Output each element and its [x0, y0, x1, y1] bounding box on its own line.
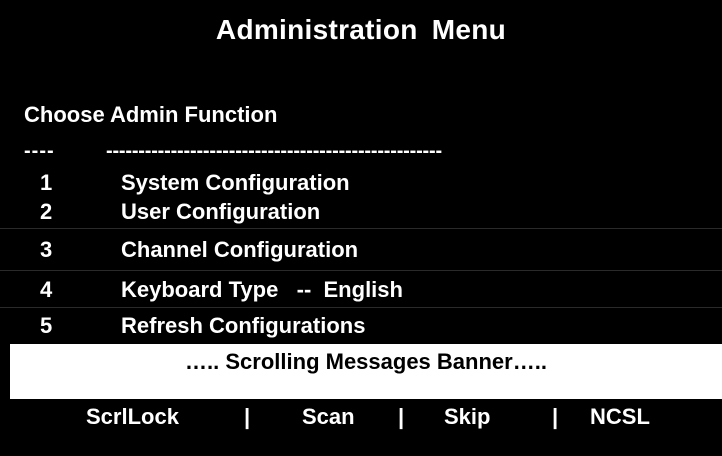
menu-item-label: Keyboard Type -- English: [121, 277, 403, 302]
menu-item-label: Refresh Configurations: [121, 313, 366, 338]
menu-item-number: 2: [40, 199, 53, 224]
scrolling-messages-banner: ….. Scrolling Messages Banner…..: [10, 344, 722, 399]
menu-item-label: Channel Configuration: [121, 237, 359, 262]
ncsl-key[interactable]: NCSL: [590, 404, 650, 430]
skip-key[interactable]: Skip: [444, 404, 490, 430]
menu-item-keyboard-type[interactable]: 4 Keyboard Type -- English: [0, 277, 722, 305]
separator-right: ----------------------------------------…: [106, 140, 442, 162]
admin-screen: Administration Menu Choose Admin Functio…: [0, 0, 722, 456]
menu-item-number: 3: [40, 237, 53, 262]
footer-separator: |: [398, 404, 405, 429]
scrllock-key[interactable]: ScrlLock: [86, 404, 179, 430]
scan-key[interactable]: Scan: [302, 404, 355, 430]
footer-separator: |: [244, 404, 251, 429]
row-divider: [0, 270, 722, 271]
menu-item-refresh-configurations[interactable]: 5 Refresh Configurations: [0, 313, 722, 341]
menu-item-label: System Configuration: [121, 170, 350, 195]
page-title: Administration Menu: [215, 14, 507, 45]
menu-item-system-configuration[interactable]: 1 System Configuration: [0, 170, 722, 198]
choose-function-prompt: Choose Admin Function: [24, 102, 278, 127]
banner-text: ….. Scrolling Messages Banner…..: [185, 349, 547, 374]
row-divider: [0, 228, 722, 229]
menu-item-user-configuration[interactable]: 2 User Configuration: [0, 199, 722, 227]
separator-left: ----: [24, 140, 55, 162]
function-key-bar: ScrlLock | Scan | Skip | NCSL: [0, 404, 722, 434]
menu-item-number: 4: [40, 277, 53, 302]
menu-item-channel-configuration[interactable]: 3 Channel Configuration: [0, 237, 722, 265]
footer-separator: |: [552, 404, 559, 429]
menu-item-number: 5: [40, 313, 53, 338]
menu-item-label: User Configuration: [121, 199, 321, 224]
row-divider: [0, 307, 722, 308]
menu-item-number: 1: [40, 170, 53, 195]
